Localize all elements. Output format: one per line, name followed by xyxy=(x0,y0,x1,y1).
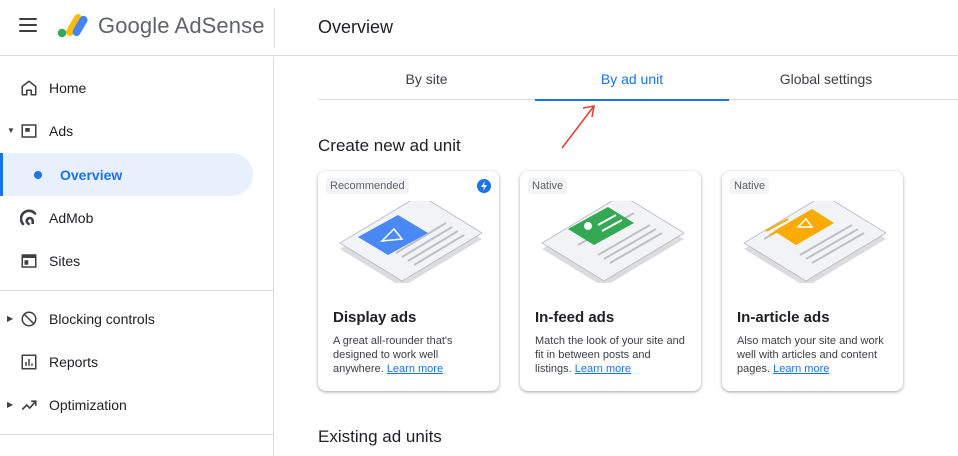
header-divider xyxy=(274,8,275,48)
sidebar-item-label: Overview xyxy=(60,166,123,183)
card-title: In-feed ads xyxy=(535,309,615,326)
learn-more-link[interactable]: Learn more xyxy=(575,363,631,375)
sidebar-item-overview[interactable]: Overview xyxy=(0,153,253,196)
ad-type-card-in-feed[interactable]: Native In-feed ads Match the look of you… xyxy=(520,171,701,391)
card-title: Display ads xyxy=(333,309,417,326)
learn-more-link[interactable]: Learn more xyxy=(387,363,443,375)
annotation-arrow-icon xyxy=(561,105,595,149)
in-article-ad-illustration-icon xyxy=(743,201,886,283)
top-app-bar: Google AdSense Overview xyxy=(0,0,958,56)
tab-by-ad-unit[interactable]: By ad unit xyxy=(535,57,729,101)
sidebar-item-admob[interactable]: AdMob xyxy=(0,196,274,239)
sidebar-item-home[interactable]: Home xyxy=(0,66,274,109)
sidebar-divider xyxy=(0,434,274,435)
display-ad-illustration-icon xyxy=(339,201,482,283)
dot-icon xyxy=(34,170,42,179)
sidebar-item-reports[interactable]: Reports xyxy=(0,340,274,383)
app-brand[interactable]: Google AdSense xyxy=(98,13,265,39)
card-description: A great all-rounder that's designed to w… xyxy=(333,334,488,376)
sidebar-item-label: Home xyxy=(49,79,87,96)
sidebar-item-label: Sites xyxy=(49,252,81,269)
trend-icon xyxy=(19,395,39,415)
card-description: Match the look of your site and fit in b… xyxy=(535,334,690,376)
menu-icon[interactable] xyxy=(19,18,37,34)
section-heading-existing: Existing ad units xyxy=(318,427,442,446)
sidebar-item-ads[interactable]: ▼ Ads xyxy=(0,109,274,152)
learn-more-link[interactable]: Learn more xyxy=(773,363,829,375)
badge-native: Native xyxy=(730,178,770,194)
bolt-icon xyxy=(477,179,491,193)
sidebar-item-label: Blocking controls xyxy=(49,310,155,327)
sidebar-item-label: Optimization xyxy=(49,396,127,413)
badge-recommended: Recommended xyxy=(326,178,409,194)
reports-icon xyxy=(19,352,39,372)
tab-bar: By site By ad unit Global settings xyxy=(318,57,958,101)
caret-down-icon[interactable]: ▼ xyxy=(7,126,15,135)
ad-type-card-in-article[interactable]: Native In-article ads Also match your si… xyxy=(722,171,903,391)
sidebar-divider xyxy=(0,290,274,291)
sidebar: Home ▼ Ads Overview AdMob Sites ▶ Blocki… xyxy=(0,57,274,456)
card-description: Also match your site and work well with … xyxy=(737,334,892,376)
sidebar-item-label: Ads xyxy=(49,122,74,139)
page-title: Overview xyxy=(318,17,394,37)
section-heading-create: Create new ad unit xyxy=(318,136,461,155)
sidebar-item-label: Reports xyxy=(49,353,99,370)
adsense-logo[interactable] xyxy=(56,12,88,40)
sites-icon xyxy=(19,251,39,271)
home-icon xyxy=(19,78,39,98)
caret-right-icon[interactable]: ▶ xyxy=(7,400,13,409)
sidebar-item-label: AdMob xyxy=(49,209,94,226)
caret-right-icon[interactable]: ▶ xyxy=(7,314,13,323)
block-icon xyxy=(19,309,39,329)
badge-native: Native xyxy=(528,178,568,194)
active-indicator xyxy=(0,153,3,196)
sidebar-item-sites[interactable]: Sites xyxy=(0,239,274,282)
tab-global-settings[interactable]: Global settings xyxy=(729,57,923,100)
admob-icon xyxy=(19,208,39,228)
tab-by-site[interactable]: By site xyxy=(318,57,535,100)
ads-icon xyxy=(19,121,39,141)
in-feed-ad-illustration-icon xyxy=(541,201,684,283)
sidebar-item-optimization[interactable]: ▶ Optimization xyxy=(0,383,274,426)
ad-type-card-display[interactable]: Recommended Display ads A great all-roun… xyxy=(318,171,499,391)
sidebar-item-blocking-controls[interactable]: ▶ Blocking controls xyxy=(0,297,274,340)
card-title: In-article ads xyxy=(737,309,830,326)
